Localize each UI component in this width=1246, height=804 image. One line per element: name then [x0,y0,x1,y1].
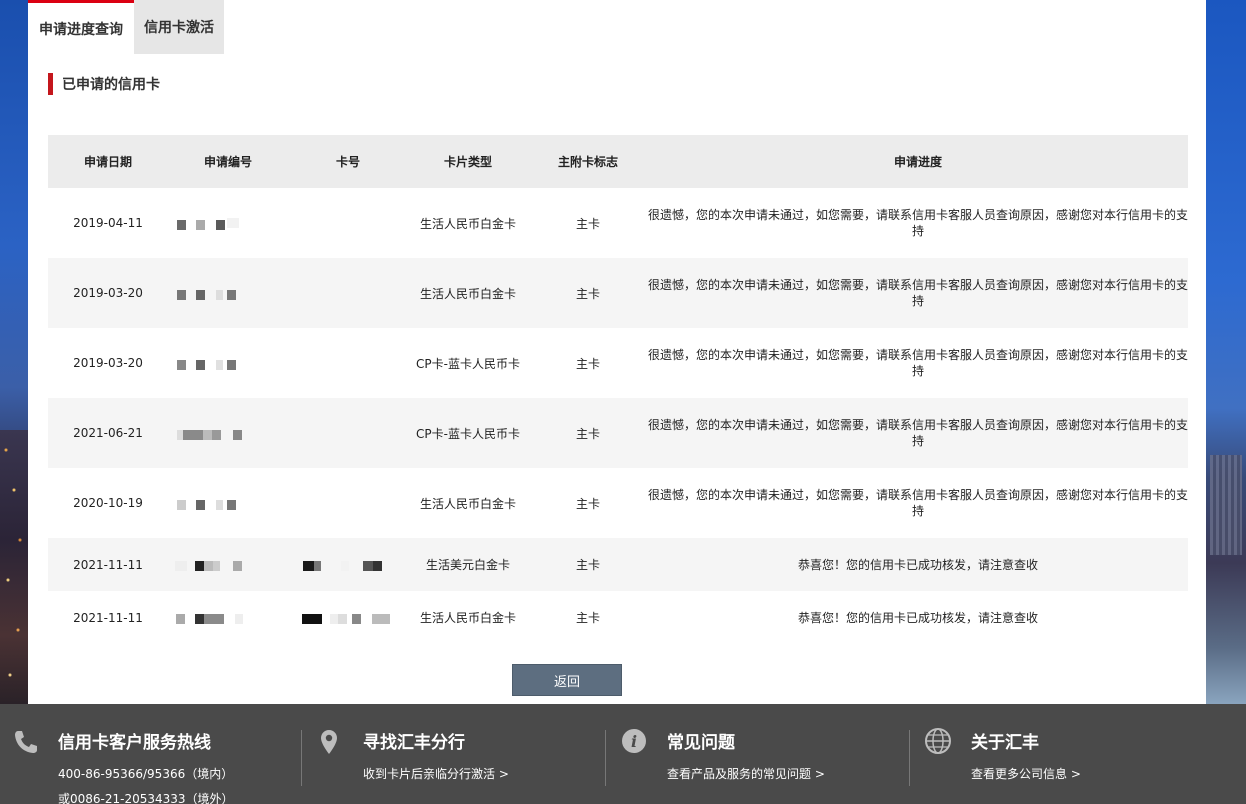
cell-primary-flag: 主卡 [575,216,600,231]
cell-progress: 很遗憾，您的本次申请未通过，如您需要，请联系信用卡客服人员查询原因，感谢您对本行… [648,348,1189,378]
cell-application-no-redacted [168,216,288,230]
footer-branch-link[interactable]: 收到卡片后亲临分行激活 > [363,765,509,782]
footer-faq-link[interactable]: 查看产品及服务的常见问题 > [667,765,825,782]
info-icon: i [621,728,649,756]
cell-card-type: 生活人民币白金卡 [419,496,516,511]
cell-application-no-redacted [168,611,288,625]
table-row: 2019-04-11 生活人民币白金卡 主卡 很遗憾，您的本次申请未通过，如您需… [48,188,1188,258]
cell-application-no-redacted [168,286,288,300]
footer-divider [605,730,606,786]
cell-primary-flag: 主卡 [575,496,600,511]
cell-progress: 很遗憾，您的本次申请未通过，如您需要，请联系信用卡客服人员查询原因，感谢您对本行… [648,278,1189,308]
footer-branch-title: 寻找汇丰分行 [363,733,465,753]
globe-icon [925,728,953,756]
footer-hotline-title: 信用卡客户服务热线 [58,733,211,753]
cell-progress: 恭喜您！您的信用卡已成功核发，请注意查收 [797,610,1038,625]
footer-divider [301,730,302,786]
location-pin-icon [317,728,345,756]
footer-hotline: 信用卡客户服务热线 400-86-95366/95366（境内） 或0086-2… [12,704,292,804]
cell-primary-flag: 主卡 [575,286,600,301]
cell-application-no-redacted [168,496,288,510]
cell-card-no-redacted [288,611,408,625]
cell-card-type: 生活人民币白金卡 [419,611,516,625]
footer-about: 关于汇丰 查看更多公司信息 > [925,704,1205,804]
table-header: 申请日期 申请编号 卡号 卡片类型 主附卡标志 申请进度 [48,135,1188,188]
cell-card-type: CP卡-蓝卡人民币卡 [416,426,520,441]
footer-hotline-overseas: 或0086-21-20534333（境外） [58,792,234,804]
header-date: 申请日期 [83,155,132,169]
header-application-no: 申请编号 [203,155,252,169]
cell-date: 2021-11-11 [73,610,143,625]
cell-card-type: 生活美元白金卡 [425,558,510,572]
cell-date: 2020-10-19 [73,496,143,510]
tab-application-progress[interactable]: 申请进度查询 [28,0,134,54]
cell-primary-flag: 主卡 [575,356,600,371]
footer-faq: i 常见问题 查看产品及服务的常见问题 > [621,704,901,804]
cell-card-type: 生活人民币白金卡 [419,286,516,301]
footer-divider [909,730,910,786]
cell-date: 2021-11-11 [73,557,143,572]
cell-date: 2019-04-11 [73,216,143,230]
table-row: 2019-03-20 CP卡-蓝卡人民币卡 主卡 很遗憾，您的本次申请未通过，如… [48,328,1188,398]
footer-about-link[interactable]: 查看更多公司信息 > [971,765,1081,782]
cell-application-no-redacted [168,558,288,572]
header-primary-flag: 主附卡标志 [557,155,618,169]
cell-card-type: CP卡-蓝卡人民币卡 [416,356,520,371]
main-panel: 申请进度查询 信用卡激活 已申请的信用卡 申请日期 申请编号 卡号 卡片类型 主… [28,0,1206,704]
table-row: 2021-06-21 CP卡-蓝卡人民币卡 主卡 很遗憾，您的本次申请未通过，如… [48,398,1188,468]
cell-progress: 很遗憾，您的本次申请未通过，如您需要，请联系信用卡客服人员查询原因，感谢您对本行… [648,488,1189,518]
section-title-marker [48,73,53,95]
footer-faq-title: 常见问题 [667,733,735,753]
cell-progress: 很遗憾，您的本次申请未通过，如您需要，请联系信用卡客服人员查询原因，感谢您对本行… [648,208,1189,238]
svg-text:i: i [631,732,637,751]
footer-branch: 寻找汇丰分行 收到卡片后亲临分行激活 > [317,704,597,804]
cell-primary-flag: 主卡 [575,611,600,625]
footer: 信用卡客户服务热线 400-86-95366/95366（境内） 或0086-2… [0,704,1246,804]
section-title-text: 已申请的信用卡 [62,77,160,93]
cell-date: 2019-03-20 [73,286,143,300]
footer-about-title: 关于汇丰 [971,733,1039,753]
cell-card-type: 生活人民币白金卡 [419,216,516,231]
background-right-strip [1206,0,1246,704]
table-row: 2021-11-11 生活人民币白金卡 主卡 恭喜您！您的信用卡已成功核发，请注… [48,591,1188,644]
footer-hotline-domestic: 400-86-95366/95366（境内） [58,767,234,781]
applications-table: 申请日期 申请编号 卡号 卡片类型 主附卡标志 申请进度 2019-04-11 … [48,135,1188,644]
cell-date: 2021-06-21 [73,426,143,440]
cell-progress: 很遗憾，您的本次申请未通过，如您需要，请联系信用卡客服人员查询原因，感谢您对本行… [648,418,1189,448]
cell-application-no-redacted [168,356,288,370]
header-card-type: 卡片类型 [443,155,492,169]
table-row: 2021-11-11 生活美元白金卡 主卡 恭喜您！您的信用卡已成功核发，请注意… [48,538,1188,591]
background-left-strip [0,0,28,704]
cell-primary-flag: 主卡 [575,426,600,441]
phone-icon [12,728,40,756]
tab-card-activation[interactable]: 信用卡激活 [134,0,224,54]
cell-date: 2019-03-20 [73,356,143,370]
header-progress: 申请进度 [893,154,942,169]
table-row: 2019-03-20 生活人民币白金卡 主卡 很遗憾，您的本次申请未通过，如您需… [48,258,1188,328]
cell-primary-flag: 主卡 [575,558,600,572]
tab-bar: 申请进度查询 信用卡激活 [28,0,224,54]
cell-application-no-redacted [168,426,288,440]
header-card-no: 卡号 [335,155,360,169]
table-row: 2020-10-19 生活人民币白金卡 主卡 很遗憾，您的本次申请未通过，如您需… [48,468,1188,538]
section-title: 已申请的信用卡 [48,73,160,95]
cell-progress: 恭喜您！您的信用卡已成功核发，请注意查收 [797,557,1038,572]
back-button[interactable]: 返回 [512,664,622,696]
cell-card-no-redacted [288,558,408,572]
